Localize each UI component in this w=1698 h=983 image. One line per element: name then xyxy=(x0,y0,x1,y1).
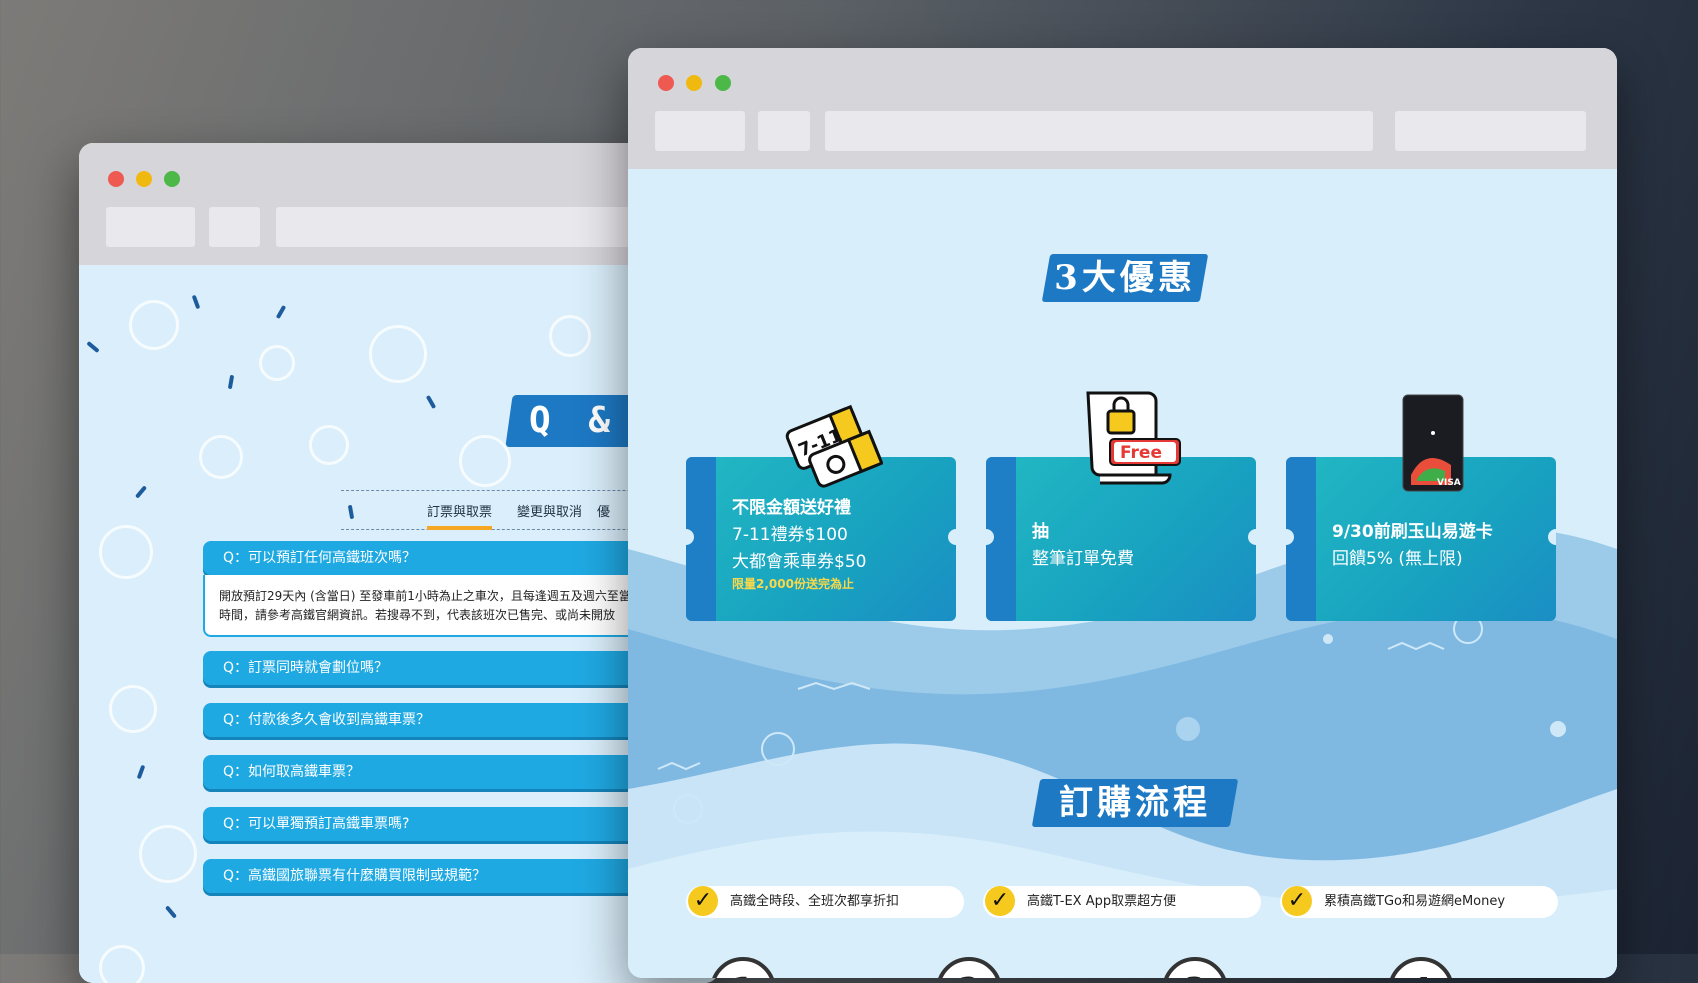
nav-forward-placeholder[interactable] xyxy=(758,111,810,151)
close-button[interactable] xyxy=(108,171,124,187)
feature-pill: ✓ 累積高鐵TGo和易遊網eMoney xyxy=(1280,886,1558,918)
offer-line: 整筆訂單免費 xyxy=(1032,549,1134,569)
pattern-dash-icon xyxy=(275,304,287,320)
feature-text: 高鐵全時段、全班次都享折扣 xyxy=(730,894,900,909)
pattern-dash-icon xyxy=(227,374,235,390)
fruit-pattern-icon xyxy=(309,425,349,465)
offer-line: 大都會乘車券$50 xyxy=(732,552,867,572)
fruit-pattern-icon xyxy=(199,435,243,479)
fruit-pattern-icon xyxy=(139,825,197,883)
offer-line: 9/30前刷玉山易遊卡 xyxy=(1332,522,1493,542)
fruit-pattern-icon xyxy=(99,945,145,983)
offer-text: 9/30前刷玉山易遊卡 回饋5% (無上限) xyxy=(1332,519,1493,573)
maximize-button[interactable] xyxy=(715,75,731,91)
fruit-pattern-icon xyxy=(129,300,179,350)
promo-page: 3大優惠 不限金額送好禮 7-11禮券$100 大都會乘車券$50 限量2,00… xyxy=(628,169,1617,978)
feature-pill: ✓ 高鐵T-EX App取票超方便 xyxy=(983,886,1261,918)
visa-text: VISA xyxy=(1437,478,1461,488)
free-badge-text: Free xyxy=(1120,443,1162,463)
coupon-ticket-icon: 7-11 xyxy=(783,394,884,488)
fruit-pattern-icon xyxy=(459,435,511,487)
minimize-button[interactable] xyxy=(136,171,152,187)
offer-note: 限量2,000份送完為止 xyxy=(732,577,854,591)
feature-pill: ✓ 高鐵全時段、全班次都享折扣 xyxy=(686,886,964,918)
check-icon: ✓ xyxy=(985,886,1015,916)
offers-title-text: 3大優惠 xyxy=(1054,258,1196,298)
tab-booking[interactable]: 訂票與取票 xyxy=(427,501,493,530)
search-bar[interactable] xyxy=(1395,111,1586,151)
minimize-button[interactable] xyxy=(686,75,702,91)
pattern-dash-icon xyxy=(164,905,178,919)
offer-line: 回饋5% (無上限) xyxy=(1332,549,1463,569)
qa-page: Q & A 訂票與取票 變更與取消 優 Q：可以預訂任何高鐵班次嗎？ 開放預訂2… xyxy=(79,265,719,983)
maximize-button[interactable] xyxy=(164,171,180,187)
card-notch xyxy=(948,529,956,545)
nav-forward-placeholder[interactable] xyxy=(209,207,260,247)
address-bar[interactable] xyxy=(825,111,1373,151)
check-icon: ✓ xyxy=(1282,886,1312,916)
offer-text: 不限金額送好禮 7-11禮券$100 大都會乘車券$50 限量2,000份送完為… xyxy=(732,495,866,592)
credit-card-icon: VISA xyxy=(1401,393,1465,493)
pattern-dash-icon xyxy=(191,294,201,310)
fruit-pattern-icon xyxy=(109,685,157,733)
offer-line: 7-11禮券$100 xyxy=(732,525,848,545)
nav-back-placeholder[interactable] xyxy=(106,207,195,247)
close-button[interactable] xyxy=(658,75,674,91)
offers-section-title: 3大優惠 xyxy=(1041,254,1209,302)
fruit-pattern-icon xyxy=(259,345,295,381)
card-notch xyxy=(1548,529,1556,545)
browser-window-back: Q & A 訂票與取票 變更與取消 優 Q：可以預訂任何高鐵班次嗎？ 開放預訂2… xyxy=(79,143,719,983)
receipt-scroll-icon: Free xyxy=(1076,383,1186,493)
process-title-text: 訂購流程 xyxy=(1059,783,1211,823)
nav-back-placeholder[interactable] xyxy=(655,111,745,151)
check-icon: ✓ xyxy=(688,886,718,916)
browser-chrome xyxy=(628,48,1617,169)
offer-text: 抽 整筆訂單免費 xyxy=(1032,519,1134,573)
fruit-pattern-icon xyxy=(549,315,591,357)
pattern-dash-icon xyxy=(136,764,146,780)
fruit-pattern-icon xyxy=(369,325,427,383)
pattern-dash-icon xyxy=(425,394,437,410)
tab-discount[interactable]: 優 xyxy=(597,501,610,520)
browser-chrome xyxy=(79,143,719,265)
fruit-pattern-icon xyxy=(99,525,153,579)
offer-line: 抽 xyxy=(1032,522,1049,542)
tab-change-cancel[interactable]: 變更與取消 xyxy=(517,501,582,520)
pattern-dash-icon xyxy=(86,340,100,354)
pattern-dash-icon xyxy=(134,485,148,499)
browser-window-front: 3大優惠 不限金額送好禮 7-11禮券$100 大都會乘車券$50 限量2,00… xyxy=(628,48,1617,978)
process-section-title: 訂購流程 xyxy=(1031,779,1239,827)
card-notch xyxy=(1248,529,1256,545)
feature-text: 累積高鐵TGo和易遊網eMoney xyxy=(1324,894,1506,909)
feature-text: 高鐵T-EX App取票超方便 xyxy=(1027,894,1177,909)
offer-line: 不限金額送好禮 xyxy=(732,498,851,518)
